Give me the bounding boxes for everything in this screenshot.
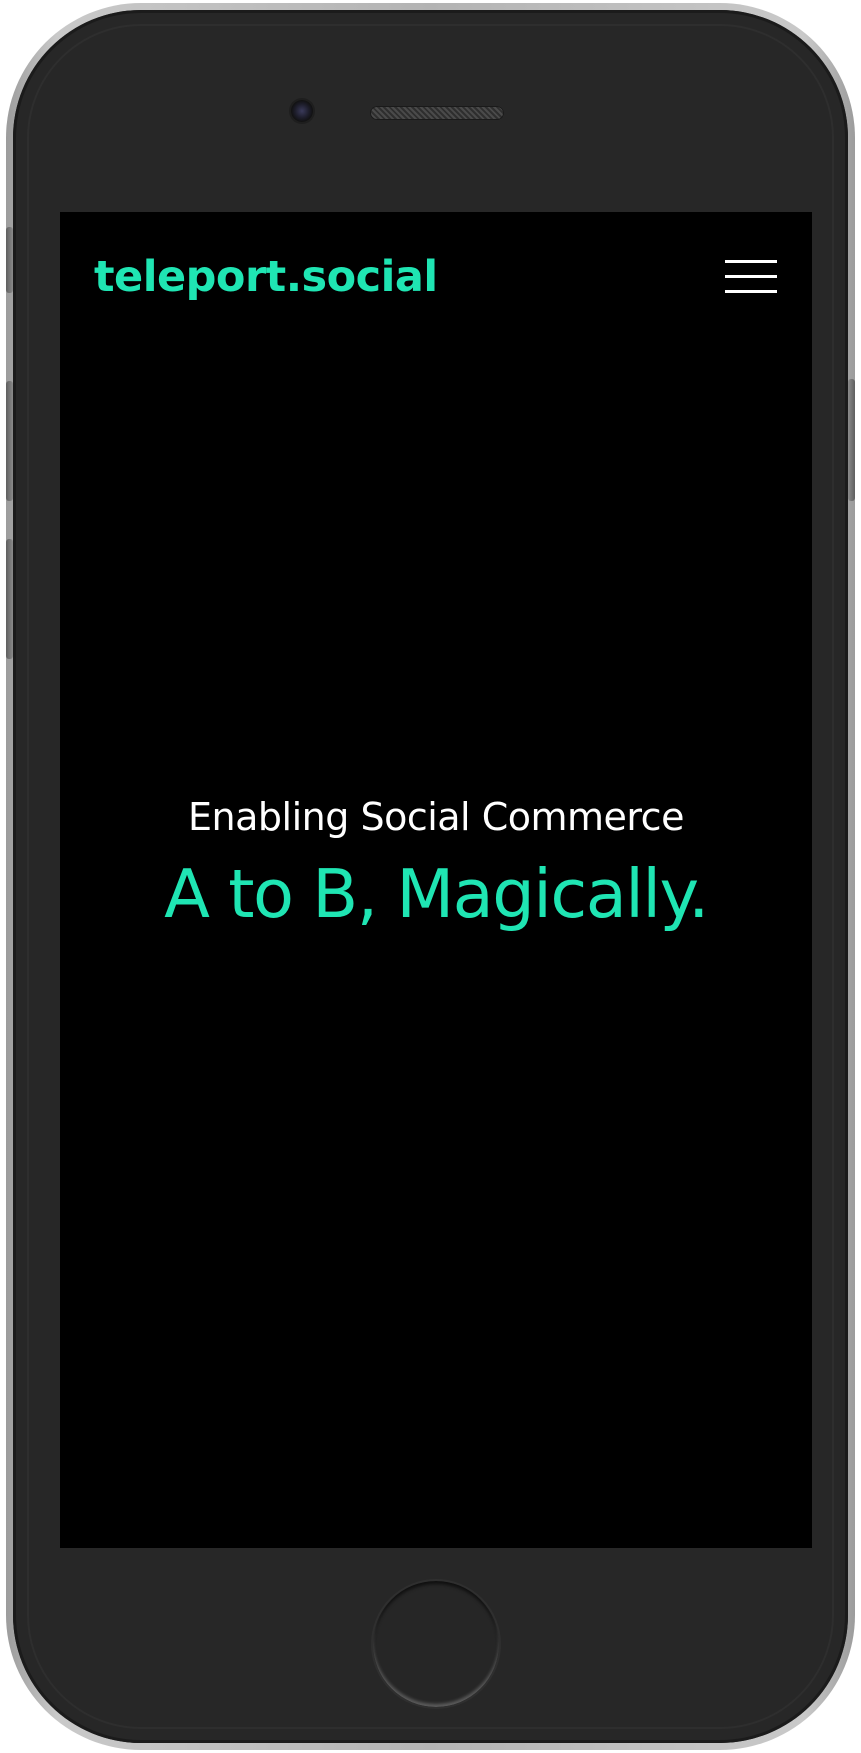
hero-section: Enabling Social Commerce A to B, Magical… xyxy=(60,792,812,936)
earpiece-speaker xyxy=(370,106,504,120)
home-button[interactable] xyxy=(371,1579,501,1709)
phone-frame: teleport.social Enabling Social Commerce… xyxy=(6,3,855,1750)
power-button xyxy=(848,379,855,501)
site-logo[interactable]: teleport.social xyxy=(94,252,438,302)
front-camera xyxy=(291,100,313,122)
mute-switch xyxy=(6,227,13,293)
hamburger-menu-icon[interactable] xyxy=(725,260,777,296)
hero-title: A to B, Magically. xyxy=(164,855,709,933)
hero-subtitle: Enabling Social Commerce xyxy=(188,795,684,839)
phone-screen: teleport.social Enabling Social Commerce… xyxy=(60,212,812,1548)
volume-up-button xyxy=(6,381,13,501)
volume-down-button xyxy=(6,539,13,659)
